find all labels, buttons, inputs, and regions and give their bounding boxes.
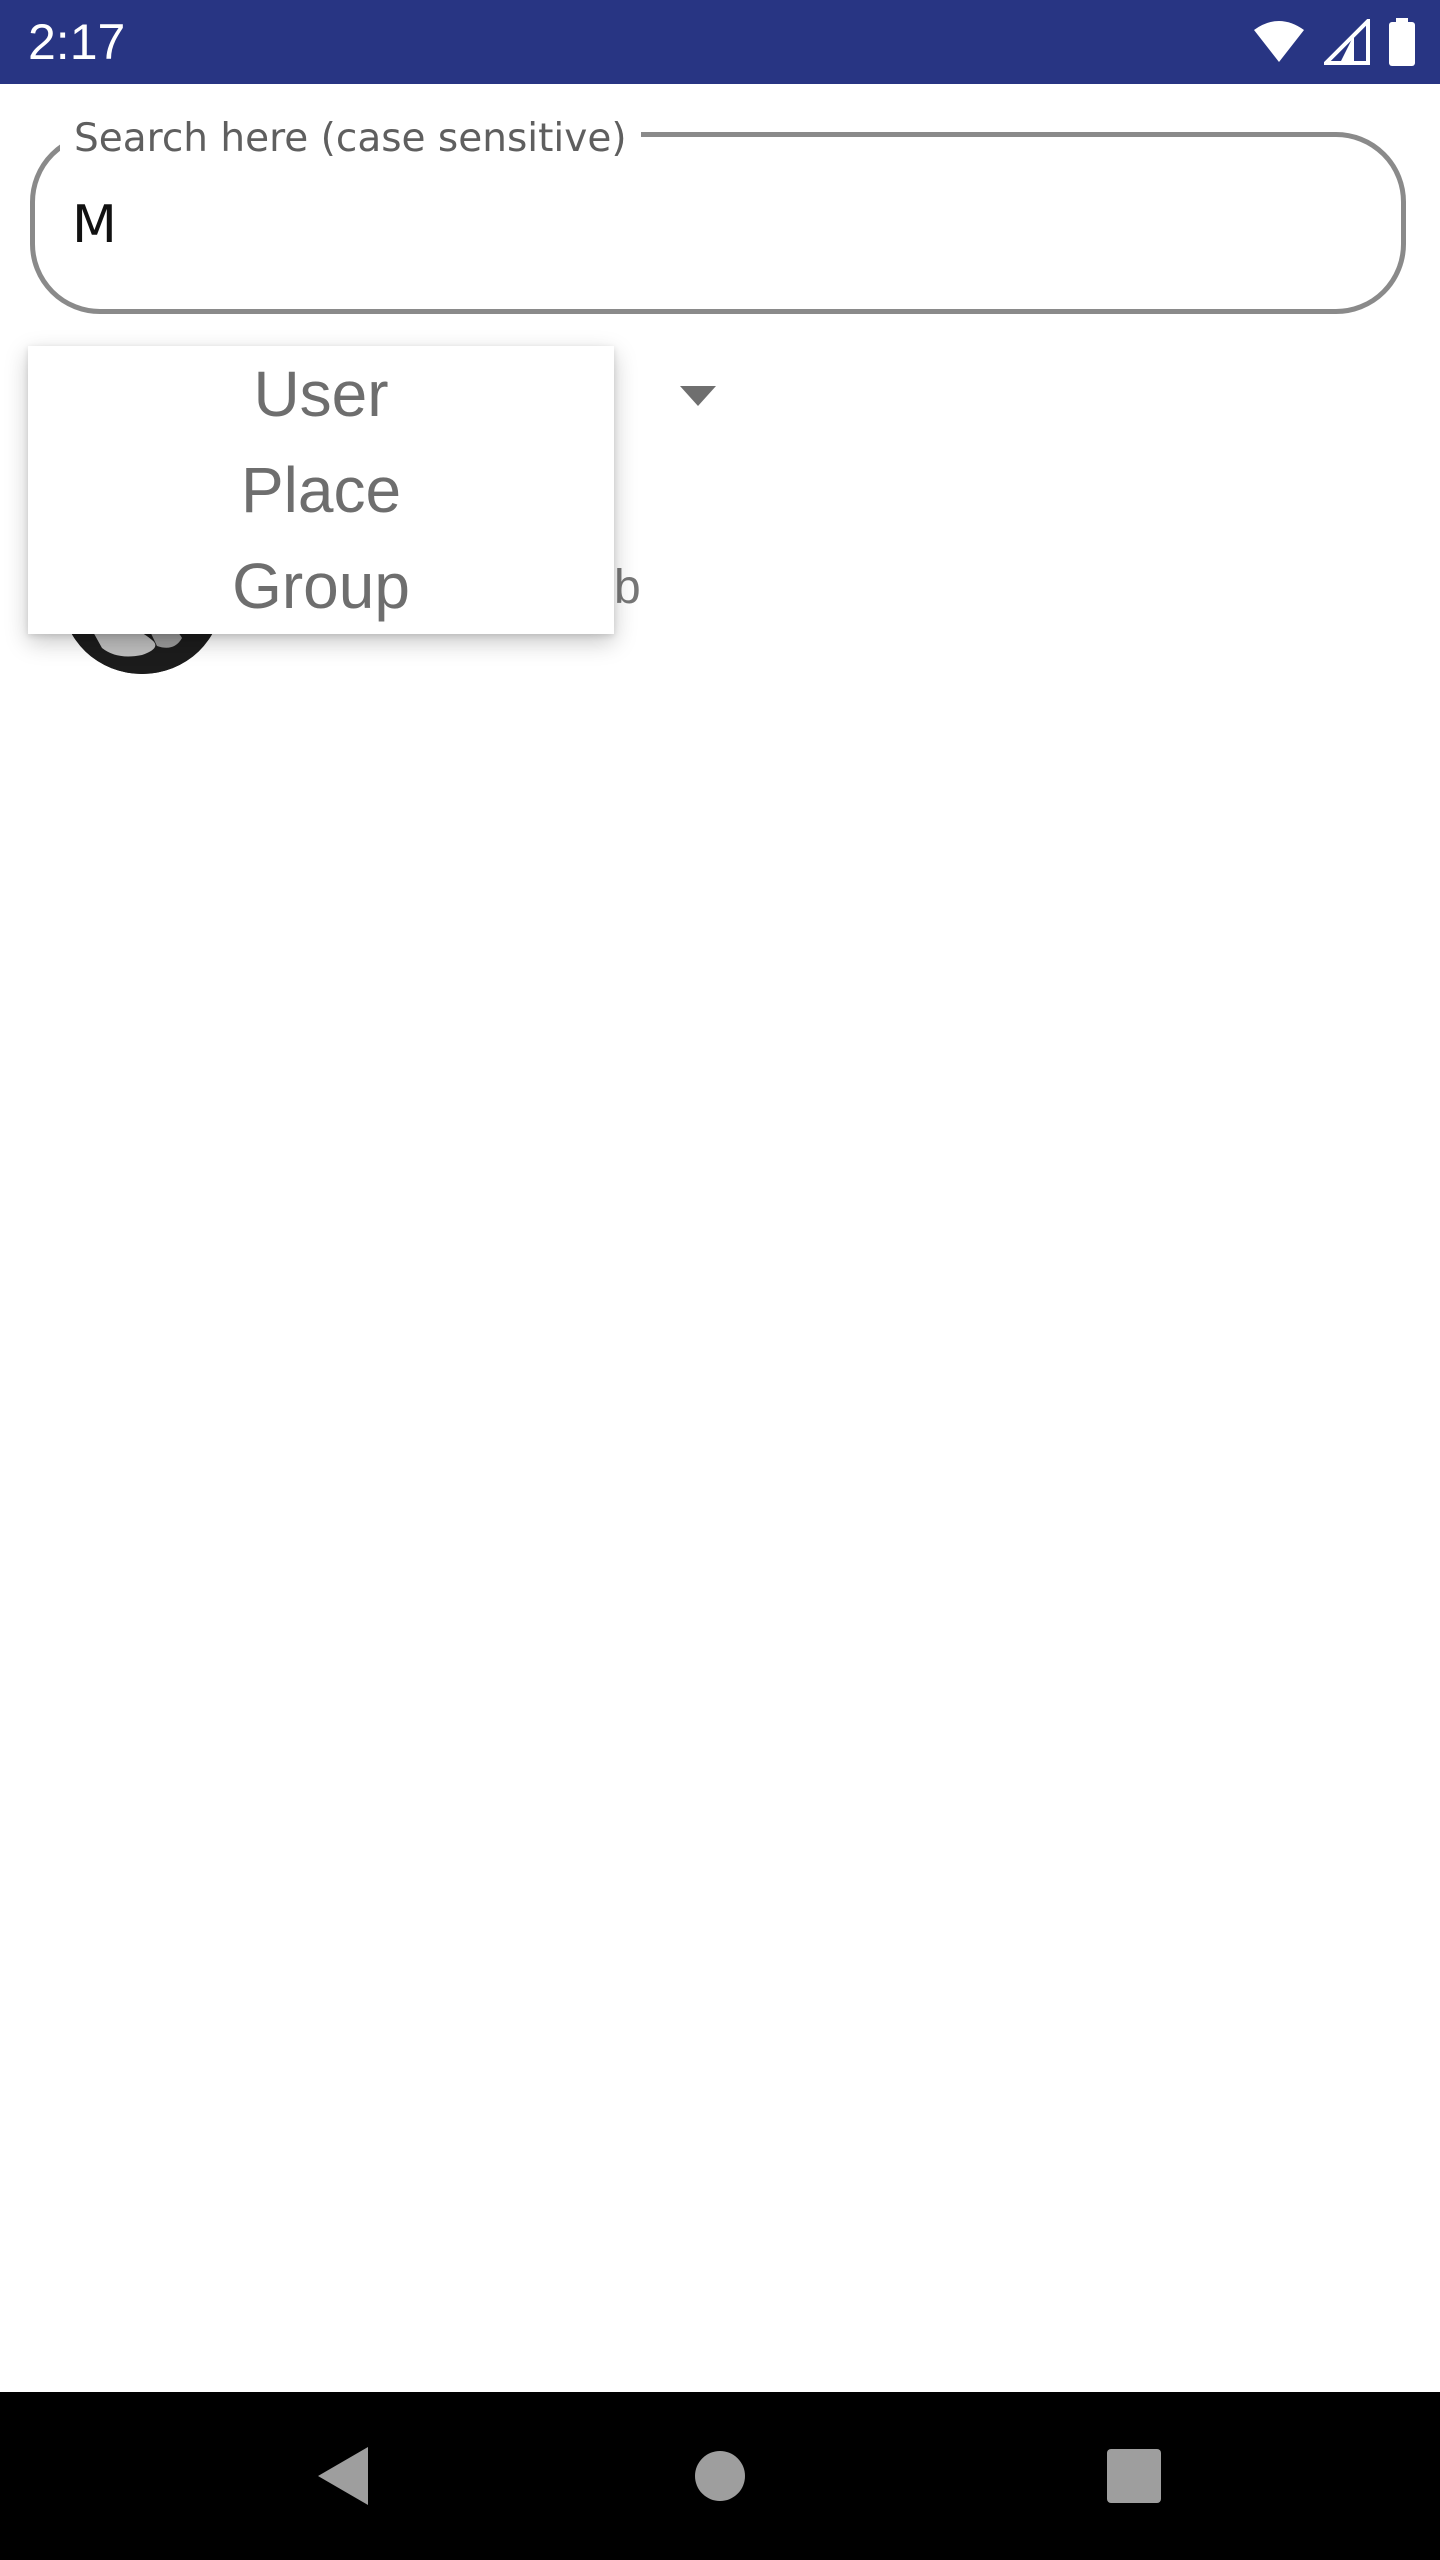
status-bar: 2:17: [0, 0, 1440, 84]
home-icon[interactable]: [640, 2392, 800, 2560]
chevron-down-icon[interactable]: [680, 386, 716, 408]
dropdown-item-user[interactable]: User: [28, 346, 614, 442]
dropdown-item-group[interactable]: Group: [28, 538, 614, 634]
wifi-icon: [1252, 20, 1306, 64]
search-input-value[interactable]: M: [72, 190, 117, 260]
back-icon[interactable]: [262, 2392, 422, 2560]
filter-dropdown-menu: User Place Group: [28, 346, 614, 634]
recents-icon[interactable]: [1054, 2392, 1214, 2560]
search-input-label: Search here (case sensitive): [60, 114, 641, 164]
navigation-bar: [0, 2392, 1440, 2560]
dropdown-item-place[interactable]: Place: [28, 442, 614, 538]
battery-icon: [1388, 18, 1416, 66]
cellular-signal-icon: [1324, 19, 1370, 65]
status-icons: [1252, 18, 1416, 66]
search-screen: 2:17 Search here (case sensitive) M tib …: [0, 0, 1440, 2560]
status-time: 2:17: [28, 14, 126, 70]
